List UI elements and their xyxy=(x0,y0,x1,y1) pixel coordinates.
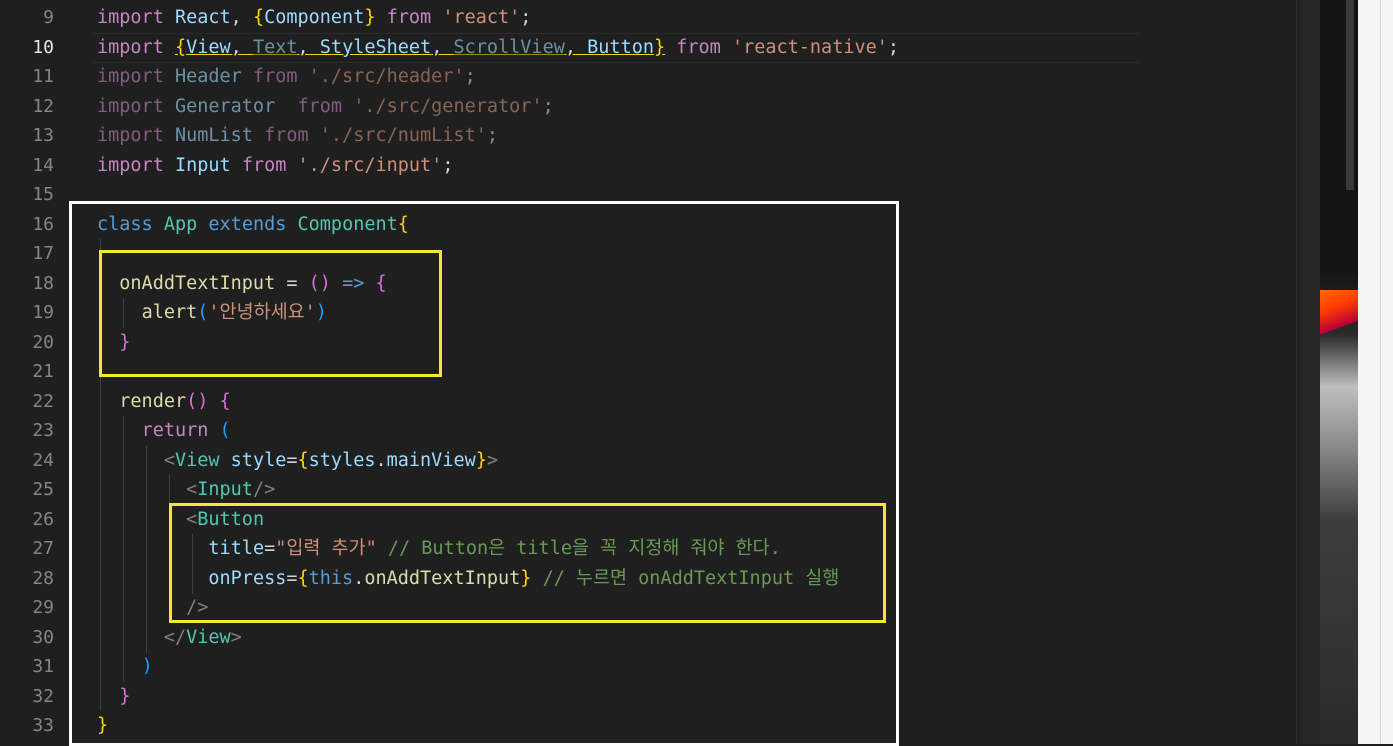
line-number: 18 xyxy=(32,273,54,294)
line-number: 25 xyxy=(32,479,54,500)
code-line-14: import Input from './src/input'; xyxy=(97,155,454,176)
window-edge-divider xyxy=(1380,0,1381,744)
line-number: 13 xyxy=(32,125,54,146)
code-line-10: import {View, Text, StyleSheet, ScrollVi… xyxy=(97,37,900,58)
line-number: 24 xyxy=(32,450,54,471)
line-number: 22 xyxy=(32,391,54,412)
line-number: 17 xyxy=(32,243,54,264)
window-edge xyxy=(1358,0,1393,744)
scrollbar-thumb[interactable] xyxy=(1346,0,1354,190)
line-number: 19 xyxy=(32,302,54,323)
wallpaper-accent xyxy=(1320,290,1358,350)
line-number: 28 xyxy=(32,568,54,589)
line-number: 32 xyxy=(32,686,54,707)
line-number-active: 10 xyxy=(32,37,54,58)
line-number: 23 xyxy=(32,420,54,441)
line-number: 12 xyxy=(32,96,54,117)
line-number-gutter: 9 10 11 12 13 14 15 16 17 18 19 20 21 22… xyxy=(0,0,70,744)
code-line-12: import Generator from './src/generator'; xyxy=(97,96,554,117)
line-number: 11 xyxy=(32,66,54,87)
button-annotation-box xyxy=(169,503,886,623)
line-number: 9 xyxy=(43,7,54,28)
line-number: 30 xyxy=(32,627,54,648)
code-editor[interactable]: 9 10 11 12 13 14 15 16 17 18 19 20 21 22… xyxy=(0,0,1300,746)
line-number: 31 xyxy=(32,656,54,677)
line-number: 21 xyxy=(32,361,54,382)
minimap-border xyxy=(1296,0,1297,744)
line-number: 20 xyxy=(32,332,54,353)
handler-annotation-box xyxy=(99,250,442,377)
line-number: 14 xyxy=(32,155,54,176)
code-line-9: import React, {Component} from 'react'; xyxy=(97,7,532,28)
line-number: 15 xyxy=(32,184,54,205)
line-number: 27 xyxy=(32,538,54,559)
line-number: 33 xyxy=(32,715,54,736)
line-number: 16 xyxy=(32,214,54,235)
line-number: 26 xyxy=(32,509,54,530)
code-line-13: import NumList from './src/numList'; xyxy=(97,125,498,146)
line-number: 29 xyxy=(32,597,54,618)
code-line-11: import Header from './src/header'; xyxy=(97,66,476,87)
scrollbar-track[interactable] xyxy=(1300,0,1320,744)
